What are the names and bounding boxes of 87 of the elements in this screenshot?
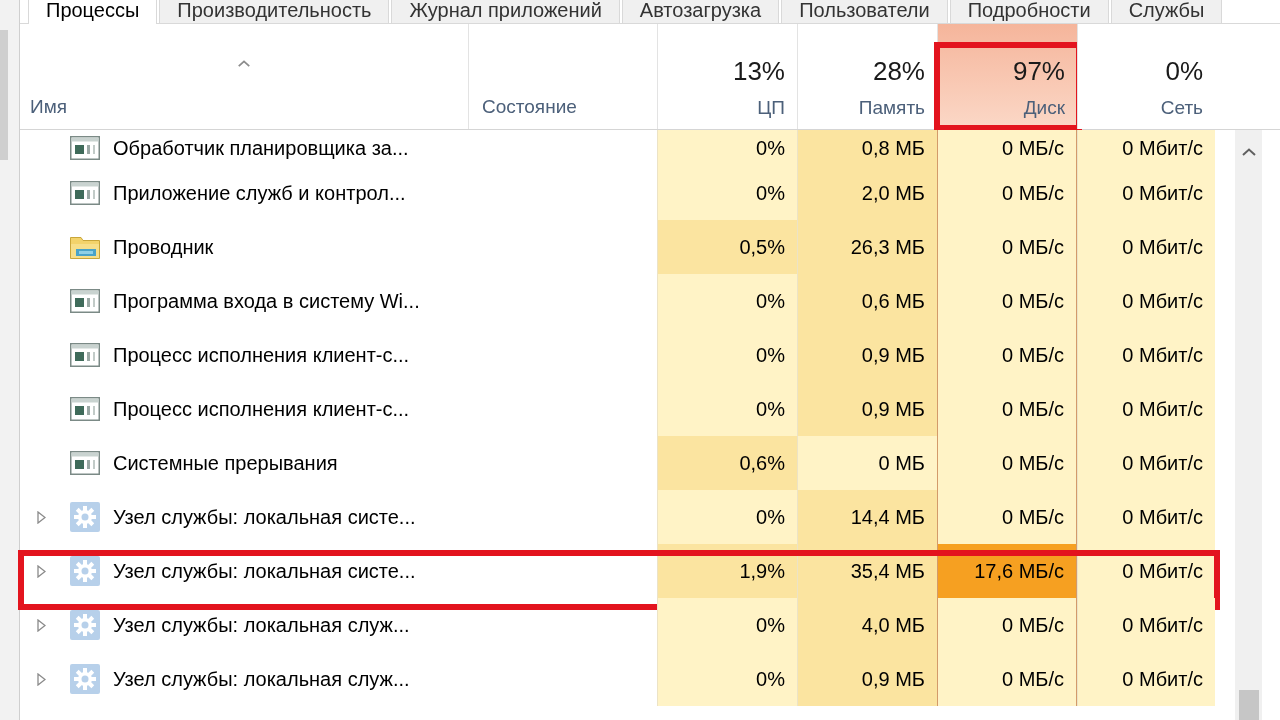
metric-cell: 2,0 МБ xyxy=(797,166,937,220)
window-icon xyxy=(70,181,100,205)
gear-icon xyxy=(70,502,100,532)
column-total: 97% xyxy=(1012,56,1065,86)
process-name: Проводник xyxy=(113,235,214,260)
process-name: Системные прерывания xyxy=(113,451,338,476)
window-icon xyxy=(70,397,100,421)
metric-cell: 0 МБ/с xyxy=(937,130,1077,166)
column-label: Состояние xyxy=(481,95,577,119)
tab[interactable]: Процессы xyxy=(28,0,158,24)
process-name: Узел службы: локальная служ... xyxy=(113,667,410,692)
column-total: 0% xyxy=(1165,56,1203,86)
metric-cell: 0 МБ/с xyxy=(937,490,1077,544)
metric-cell: 0 Мбит/с xyxy=(1077,220,1215,274)
process-name: Приложение служб и контрол... xyxy=(113,181,406,206)
folder-icon xyxy=(70,235,100,259)
tab[interactable]: Службы xyxy=(1110,0,1223,23)
metric-cell: 0% xyxy=(657,598,797,652)
metric-cell: 0 МБ/с xyxy=(937,436,1077,490)
tab[interactable]: Автозагрузка xyxy=(621,0,780,23)
process-name: Узел службы: локальная служ... xyxy=(113,613,410,638)
metric-cell: 0 Мбит/с xyxy=(1077,166,1215,220)
metric-cell: 14,4 МБ xyxy=(797,490,937,544)
tab[interactable]: Производительность xyxy=(159,0,390,23)
metric-cell: 0 МБ/с xyxy=(937,220,1077,274)
tab[interactable]: Подробности xyxy=(949,0,1109,23)
column-label: Диск xyxy=(1023,96,1065,120)
process-name: Обработчик планировщика за... xyxy=(113,136,409,161)
metric-cell: 0% xyxy=(657,490,797,544)
expand-arrow-icon[interactable] xyxy=(37,564,46,578)
process-name: Узел службы: локальная систе... xyxy=(113,559,416,584)
metric-cell: 0,9 МБ xyxy=(797,382,937,436)
metric-cell: 0 Мбит/с xyxy=(1077,130,1215,166)
column-total: 28% xyxy=(872,56,925,86)
tab[interactable]: Пользователи xyxy=(781,0,948,23)
metric-cell: 0 МБ/с xyxy=(937,382,1077,436)
column-label: Сеть xyxy=(1160,96,1203,120)
metric-cell: 0 МБ/с xyxy=(937,274,1077,328)
metric-cell: 0 Мбит/с xyxy=(1077,436,1215,490)
expand-arrow-icon[interactable] xyxy=(37,672,46,686)
metric-cell: 0 Мбит/с xyxy=(1077,382,1215,436)
window-icon xyxy=(70,289,100,313)
metric-cell: 0% xyxy=(657,274,797,328)
scrollbar-thumb[interactable] xyxy=(1238,690,1259,720)
column-label: Имя xyxy=(29,95,67,119)
metric-cell: 0% xyxy=(657,328,797,382)
column-total: 13% xyxy=(732,56,785,86)
process-name: Процесс исполнения клиент-с... xyxy=(113,397,410,422)
metric-cell: 0 МБ/с xyxy=(937,652,1077,706)
metric-cell: 0 МБ/с xyxy=(937,328,1077,382)
gear-icon xyxy=(70,664,100,694)
metric-cell: 0,9 МБ xyxy=(797,328,937,382)
process-name: Процесс исполнения клиент-с... xyxy=(113,343,410,368)
window-icon xyxy=(70,343,100,367)
chevron-up-icon xyxy=(1241,148,1256,156)
column-label: Память xyxy=(858,96,925,120)
metric-cell: 0 Мбит/с xyxy=(1077,652,1215,706)
metric-cell: 0,5% xyxy=(657,220,797,274)
metric-cell: 0 МБ/с xyxy=(937,598,1077,652)
metric-cell: 0,6 МБ xyxy=(797,274,937,328)
metric-cell: 0,9 МБ xyxy=(797,652,937,706)
tab[interactable]: Журнал приложений xyxy=(391,0,620,23)
metric-cell: 0 МБ/с xyxy=(937,166,1077,220)
column-header[interactable]: Имя xyxy=(20,24,468,129)
scrollbar[interactable] xyxy=(1235,130,1262,720)
metric-cell: 0% xyxy=(657,166,797,220)
window-icon xyxy=(70,451,100,475)
expand-arrow-icon[interactable] xyxy=(37,510,46,524)
metric-cell: 0 МБ xyxy=(797,436,937,490)
column-label: ЦП xyxy=(757,96,785,120)
window-icon xyxy=(70,136,100,160)
gear-icon xyxy=(70,556,100,586)
metric-cell: 0% xyxy=(657,130,797,166)
process-name: Программа входа в систему Wi... xyxy=(113,289,420,314)
metric-cell: 0% xyxy=(657,652,797,706)
metric-cell: 0 Мбит/с xyxy=(1077,490,1215,544)
process-name: Узел службы: локальная систе... xyxy=(113,505,416,530)
metric-cell: 0,8 МБ xyxy=(797,130,937,166)
expand-arrow-icon[interactable] xyxy=(37,618,46,632)
metric-cell: 0 Мбит/с xyxy=(1077,328,1215,382)
metric-cell: 0% xyxy=(657,382,797,436)
metric-cell: 0 Мбит/с xyxy=(1077,598,1215,652)
metric-cell: 26,3 МБ xyxy=(797,220,937,274)
metric-cell: 0 Мбит/с xyxy=(1077,274,1215,328)
gear-icon xyxy=(70,610,100,640)
metric-cell: 4,0 МБ xyxy=(797,598,937,652)
metric-cell: 0,6% xyxy=(657,436,797,490)
